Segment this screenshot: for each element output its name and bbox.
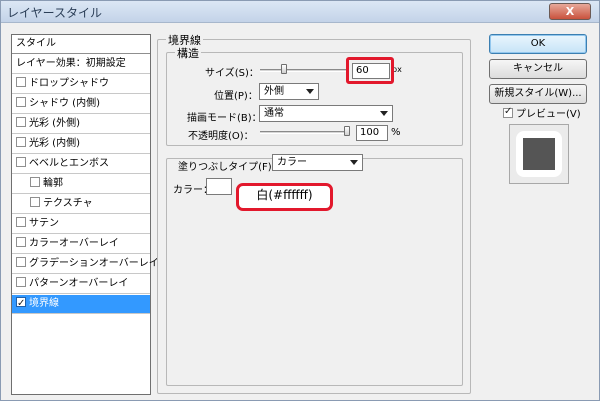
blend-mode-value: 通常 — [264, 108, 284, 119]
style-item-label: パターンオーバーレイ — [29, 278, 129, 289]
checkbox[interactable] — [30, 177, 40, 187]
structure-title: 構造 — [175, 45, 201, 61]
cancel-button[interactable]: キャンセル — [489, 59, 587, 79]
new-style-button[interactable]: 新規スタイル(W)... — [489, 84, 587, 104]
style-item-label: 光彩 (外側) — [29, 118, 80, 129]
preview-checkbox[interactable] — [503, 106, 513, 118]
fill-type-value: カラー — [277, 157, 307, 168]
style-item-label: 輪郭 — [43, 178, 63, 189]
checkbox[interactable] — [16, 157, 26, 167]
checkbox-checked[interactable] — [16, 295, 26, 313]
checkbox[interactable] — [16, 97, 26, 107]
title-bar[interactable]: レイヤースタイル X — [1, 1, 599, 23]
style-item-drop-shadow[interactable]: ドロップシャドウ — [12, 75, 150, 94]
checkbox[interactable] — [16, 137, 26, 147]
style-item-inner-shadow[interactable]: シャドウ (内側) — [12, 95, 150, 114]
style-item-label: グラデーションオーバーレイ — [29, 258, 159, 269]
chevron-down-icon — [306, 89, 314, 94]
chevron-down-icon — [380, 111, 388, 116]
preview-toggle[interactable]: プレビュー(V) — [503, 105, 581, 120]
style-item-label: シャドウ (内側) — [29, 98, 100, 109]
checkbox[interactable] — [16, 277, 26, 287]
style-item-contour[interactable]: 輪郭 — [12, 175, 150, 194]
style-item-satin[interactable]: サテン — [12, 215, 150, 234]
size-highlight-box — [346, 57, 394, 84]
style-item-stroke[interactable]: 境界線 — [12, 295, 150, 314]
blend-mode-label: 描画モード(B)： — [187, 113, 262, 124]
style-item-label: テクスチャ — [43, 198, 93, 209]
style-item-label: 光彩 (内側) — [29, 138, 80, 149]
fill-type-select[interactable]: カラー — [272, 154, 363, 171]
style-item-label: カラーオーバーレイ — [29, 238, 119, 249]
close-button[interactable]: X — [549, 3, 591, 20]
opacity-input[interactable]: 100 — [356, 125, 388, 141]
opacity-slider-track[interactable] — [260, 131, 350, 134]
style-item-bevel-emboss[interactable]: ベベルとエンボス — [12, 155, 150, 174]
style-item-label: ドロップシャドウ — [29, 78, 109, 89]
style-preview — [509, 124, 569, 184]
checkbox[interactable] — [16, 77, 26, 87]
layer-style-dialog: レイヤースタイル X スタイル レイヤー効果：初期設定 ドロップシャドウ シャド… — [0, 0, 600, 401]
opacity-label: 不透明度(O)： — [188, 131, 254, 142]
blend-options-item[interactable]: レイヤー効果：初期設定 — [12, 55, 150, 74]
style-item-outer-glow[interactable]: 光彩 (外側) — [12, 115, 150, 134]
style-item-inner-glow[interactable]: 光彩 (内側) — [12, 135, 150, 154]
style-item-pattern-overlay[interactable]: パターンオーバーレイ — [12, 275, 150, 294]
preview-shape-fill — [523, 138, 555, 170]
style-list: スタイル レイヤー効果：初期設定 ドロップシャドウ シャドウ (内側) 光彩 (… — [11, 34, 159, 395]
size-label: サイズ(S)： — [205, 68, 259, 79]
opacity-slider-thumb[interactable] — [344, 126, 350, 136]
dialog-title: レイヤースタイル — [7, 6, 103, 20]
opacity-unit: % — [391, 127, 401, 138]
color-annotation-text: 白(#ffffff) — [256, 188, 313, 202]
color-swatch[interactable] — [206, 178, 232, 195]
blend-mode-select[interactable]: 通常 — [259, 105, 393, 122]
size-slider-track[interactable] — [260, 69, 346, 72]
preview-label: プレビュー(V) — [516, 109, 581, 120]
fill-type-label: 塗りつぶしタイプ(F)： — [178, 162, 282, 173]
chevron-down-icon — [350, 160, 358, 165]
style-item-label: 境界線 — [29, 298, 59, 309]
position-label: 位置(P)： — [214, 91, 258, 102]
position-select[interactable]: 外側 — [259, 83, 319, 100]
style-item-color-overlay[interactable]: カラーオーバーレイ — [12, 235, 150, 254]
style-item-label: ベベルとエンボス — [29, 158, 109, 169]
style-item-label: サテン — [29, 218, 59, 229]
checkbox[interactable] — [16, 117, 26, 127]
preview-shape — [516, 131, 562, 177]
style-item-texture[interactable]: テクスチャ — [12, 195, 150, 214]
ok-button[interactable]: OK — [489, 34, 587, 54]
position-value: 外側 — [264, 86, 284, 97]
checkbox[interactable] — [16, 217, 26, 227]
style-item-gradient-overlay[interactable]: グラデーションオーバーレイ — [12, 255, 159, 274]
checkbox[interactable] — [16, 237, 26, 247]
checkbox[interactable] — [16, 257, 26, 267]
checkbox[interactable] — [30, 197, 40, 207]
size-slider-thumb[interactable] — [281, 64, 287, 74]
style-list-header[interactable]: スタイル — [12, 35, 150, 54]
color-annotation-callout: 白(#ffffff) — [236, 183, 333, 211]
